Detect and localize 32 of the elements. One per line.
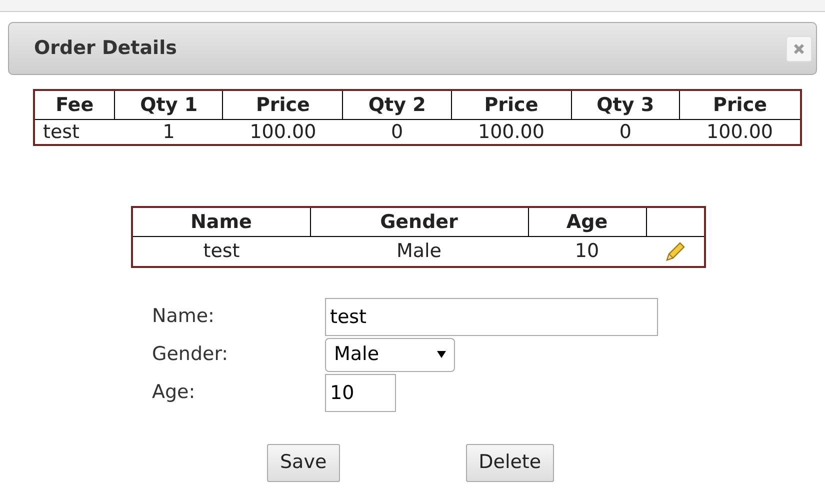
table-cell: 100.00 <box>680 120 801 145</box>
table-cell: 1 <box>114 120 223 145</box>
field-label: Name: <box>152 304 216 330</box>
close-button[interactable] <box>786 36 812 62</box>
name-input[interactable]: test <box>325 298 658 336</box>
column-header: Name <box>132 207 310 236</box>
field-label: Gender: <box>152 342 230 368</box>
column-header: Fee <box>34 90 115 120</box>
gender-select[interactable]: Male <box>325 338 455 372</box>
table-cell: Male <box>310 236 528 266</box>
table-cell: 0 <box>342 120 452 145</box>
table-cell: 0 <box>571 120 680 145</box>
caret-icon <box>437 351 446 358</box>
delete-button[interactable]: Delete <box>466 444 554 482</box>
table-cell: 10 <box>528 236 646 266</box>
column-header: Age <box>528 207 646 236</box>
column-header: Price <box>222 90 343 120</box>
column-header: Qty 1 <box>114 90 223 120</box>
table-cell: 100.00 <box>222 120 343 145</box>
column-header: Qty 3 <box>571 90 680 120</box>
column-header: Qty 2 <box>342 90 452 120</box>
close-icon <box>793 42 805 54</box>
column-header: Price <box>451 90 572 120</box>
column-header: Gender <box>310 207 528 236</box>
save-button[interactable]: Save <box>267 444 340 482</box>
table-cell: test <box>34 120 115 145</box>
table-cell: 100.00 <box>451 120 572 145</box>
age-input[interactable]: 10 <box>325 374 396 412</box>
dialog-title: Order Details <box>34 36 177 62</box>
table-cell: test <box>132 236 310 266</box>
field-label: Age: <box>152 380 196 406</box>
pencil-icon[interactable] <box>664 240 686 263</box>
